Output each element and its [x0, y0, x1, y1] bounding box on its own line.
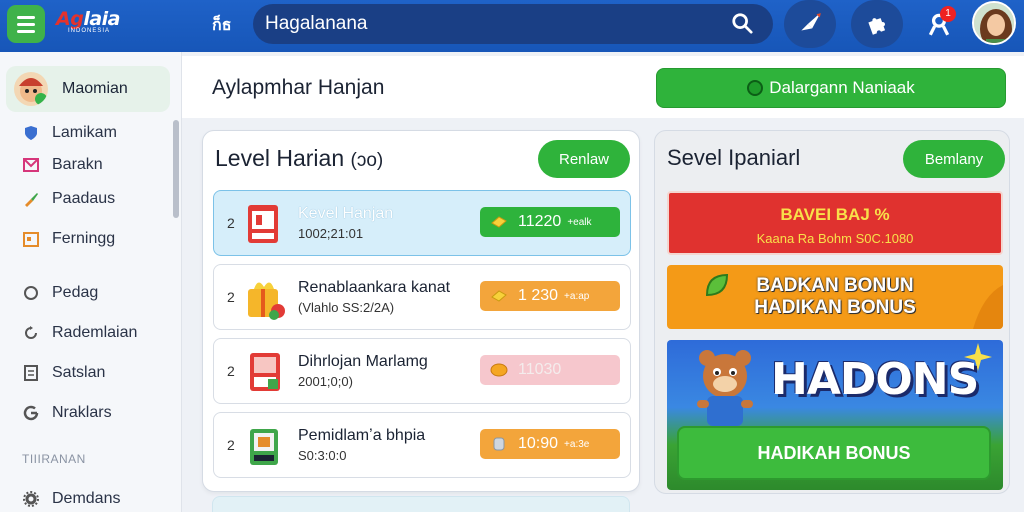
rocket-button[interactable]: [784, 0, 836, 48]
row-number: 2: [227, 363, 235, 379]
notification-badge: 1: [940, 6, 956, 22]
row-title: Dihrlojan Marlamg: [298, 353, 428, 370]
sidebar-item-ferningg[interactable]: Ferningg: [22, 230, 115, 248]
row-title: Renablaankara kanat: [298, 279, 451, 296]
refresh-icon: [22, 324, 40, 342]
cta-button[interactable]: Dalargann Naniaak: [656, 68, 1006, 108]
machine-icon: [250, 429, 278, 465]
coin-icon: [490, 363, 508, 377]
search-icon[interactable]: [731, 12, 753, 34]
sidebar-item-label: Barakn: [52, 156, 103, 173]
row-subtitle: (Vlahlo SS:2/2A): [298, 300, 395, 315]
search-input[interactable]: Hagalanana: [253, 4, 773, 44]
document-icon: [22, 364, 40, 382]
menu-button[interactable]: [7, 5, 45, 43]
promo-headline: HADONS: [771, 354, 979, 405]
gift-box-icon: [248, 282, 285, 320]
sidebar-scrollbar[interactable]: [173, 120, 179, 218]
coin-icon: [493, 437, 505, 451]
sidebar-item-label: Satslan: [52, 364, 106, 381]
sidebar-section-label: TIIIRANAN: [22, 452, 86, 466]
panel-action-button[interactable]: Renlaw: [538, 140, 630, 178]
panel-action-button[interactable]: Bemlany: [903, 140, 1005, 178]
avatar-icon: [974, 3, 1014, 43]
cabinet-icon: [250, 353, 280, 391]
row-subtitle: 2001;0;0): [298, 374, 353, 389]
sidebar-item-active[interactable]: Maomian: [6, 66, 170, 112]
mail-icon: [22, 156, 40, 174]
sidebar-item-nraklars[interactable]: Nraklars: [22, 404, 112, 422]
puzzle-icon: [868, 18, 886, 35]
gear-icon: [22, 490, 40, 508]
sidebar-item-barakn[interactable]: Barakn: [22, 156, 103, 174]
game-thumbnail-icon: [248, 205, 278, 243]
menu-icon: [17, 15, 35, 19]
sidebar-item-pedag[interactable]: Pedag: [22, 284, 98, 302]
coin-icon: [491, 290, 507, 302]
row-number: 2: [227, 215, 235, 231]
page-header: Aylapmhar Hanjan Dalargann Naniaak: [182, 56, 1024, 118]
sidebar-item-label: Lamikam: [52, 124, 117, 141]
user-avatar[interactable]: [972, 1, 1016, 45]
sidebar-item-label: Nraklars: [52, 404, 112, 421]
list-item[interactable]: 2 Pemidlamʼa bhpia S0:3:0:0 10:90 +a:3e: [213, 412, 631, 478]
list-item[interactable]: 2 Kevel Hanjan 1002;21:01 11220 +ealk: [213, 190, 631, 256]
coin-icon: [491, 216, 507, 228]
row-subtitle: 1002;21:01: [298, 226, 364, 241]
puzzle-button[interactable]: [851, 0, 903, 48]
sidebar-item-paadaus[interactable]: Paadaus: [22, 190, 115, 208]
row-number: 2: [227, 289, 235, 305]
reward-pill[interactable]: 1 230 +a:ap: [480, 281, 620, 311]
reward-pill[interactable]: 10:90 +a:3e: [480, 429, 620, 459]
nav-glyph[interactable]: ก็ธ: [212, 13, 231, 38]
special-level-panel: Sevel Ipaniarl Bemlany BAVEI BAJ % Kaana…: [654, 130, 1010, 494]
next-panel-peek: [212, 496, 630, 512]
panel-title: Sevel Ipaniarl: [667, 145, 801, 170]
claim-bonus-button[interactable]: HADIKAH BONUS: [677, 426, 991, 480]
page-title: Aylapmhar Hanjan: [212, 76, 385, 99]
daily-level-panel: Level Harian (ɔo) Renlaw 2 Kevel Hanjan …: [202, 130, 640, 492]
sidebar-item-label: Pedag: [52, 284, 99, 301]
chat-icon: [22, 284, 40, 302]
sidebar-item-demdans[interactable]: Demdans: [22, 490, 120, 508]
rocket-icon: [801, 13, 821, 31]
calendar-icon: [22, 230, 40, 248]
sidebar-item-lamikam[interactable]: Lamikam: [22, 124, 117, 142]
promo-banner-hero[interactable]: HADONS HADIKAH BONUS: [667, 340, 1003, 490]
search-text: Hagalanana: [265, 13, 368, 34]
sidebar-item-satslan[interactable]: Satslan: [22, 364, 105, 382]
list-item[interactable]: 2 Renablaankara kanat (Vlahlo SS:2/2A) 1…: [213, 264, 631, 330]
google-icon: [22, 404, 40, 422]
row-title: Kevel Hanjan: [298, 205, 394, 222]
sidebar: Maomian Lamikam Barakn Paadaus Ferningg …: [0, 52, 182, 512]
list-item[interactable]: 2 Dihrlojan Marlamg 2001;0;0) 11030: [213, 338, 631, 404]
row-subtitle: S0:3:0:0: [298, 448, 347, 463]
reward-pill[interactable]: 11220 +ealk: [480, 207, 620, 237]
sidebar-item-label: Rademlaian: [52, 324, 138, 341]
row-number: 2: [227, 437, 235, 453]
avatar: [14, 72, 48, 106]
panel-title: Level Harian (ɔo): [215, 145, 384, 171]
puzzle-icon: [22, 190, 40, 208]
top-bar: Aglaia INDONESIA ก็ธ Hagalanana 1: [0, 0, 1024, 52]
sidebar-item-label: Ferningg: [52, 230, 116, 247]
reward-pill[interactable]: 11030: [480, 355, 620, 385]
sidebar-item-label: Demdans: [52, 490, 121, 507]
row-title: Pemidlamʼa bhpia: [298, 427, 426, 444]
mascot-icon: [697, 350, 753, 426]
promo-banner-discount[interactable]: BAVEI BAJ % Kaana Ra Bohm S0C.1080: [667, 191, 1003, 255]
promo-banner-bonus[interactable]: BADKAN BONUN HADIKAN BONUS: [667, 265, 1003, 329]
sidebar-item-label: Paadaus: [52, 190, 116, 207]
logo[interactable]: Aglaia INDONESIA: [56, 8, 176, 44]
shield-icon: [22, 124, 40, 142]
circle-icon: [747, 80, 764, 96]
sidebar-item-label: Maomian: [62, 80, 128, 97]
sidebar-item-rademlaian[interactable]: Rademlaian: [22, 324, 137, 342]
